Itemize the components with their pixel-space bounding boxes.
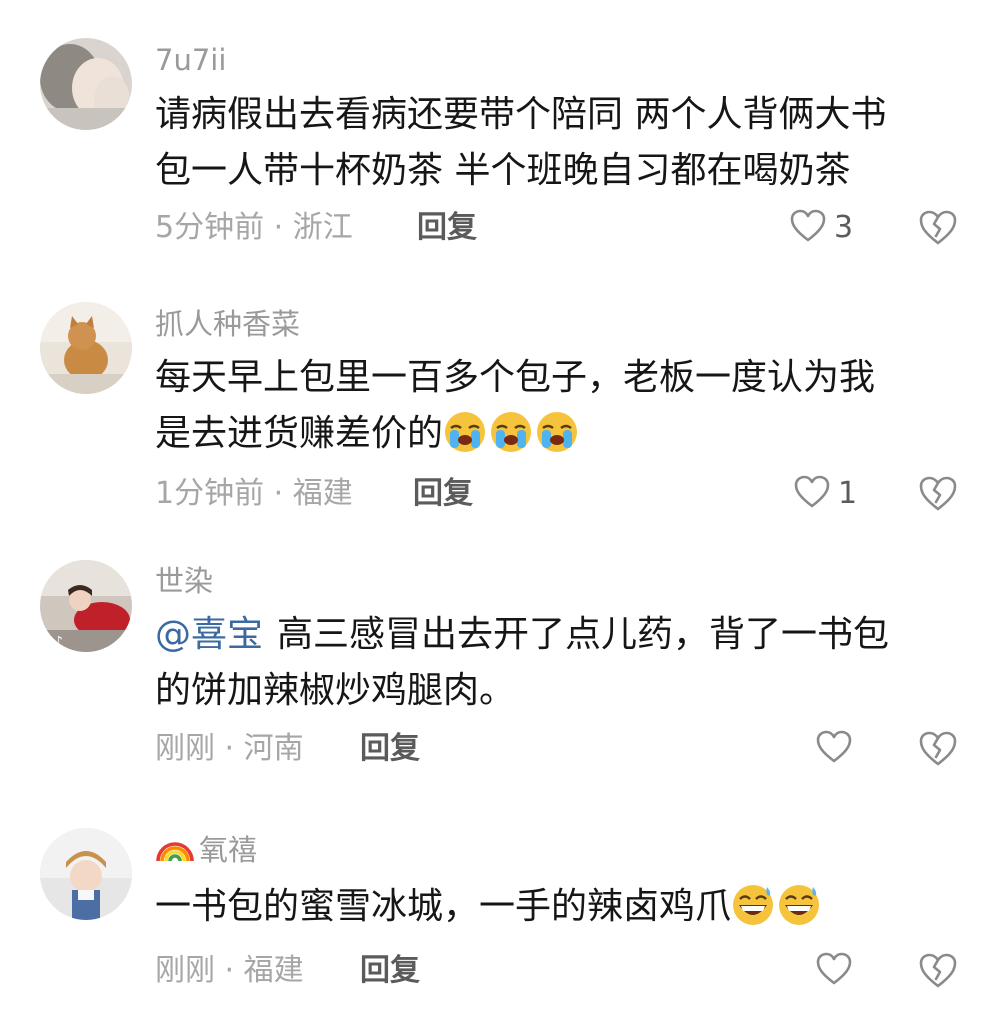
avatar[interactable] xyxy=(40,38,132,130)
username[interactable]: 氧禧 xyxy=(155,831,257,871)
comment-line-text: 是去进货赚差价的 xyxy=(155,413,444,454)
broken-heart-icon xyxy=(918,210,958,252)
comment-line: 一书包的蜜雪冰城，一手的辣卤鸡爪 xyxy=(155,879,955,935)
dislike-button[interactable] xyxy=(918,208,958,248)
comment-line: 请病假出去看病还要带个陪同 两个人背俩大书 xyxy=(155,94,887,135)
rainbow-icon xyxy=(155,831,195,871)
heart-icon xyxy=(816,952,852,990)
comment-meta: 1分钟前 · 福建 xyxy=(155,476,353,511)
svg-text:♪: ♪ xyxy=(54,634,63,650)
username-text: 氧禧 xyxy=(199,833,258,867)
username[interactable]: 世染 xyxy=(155,563,213,599)
username[interactable]: 抓人种香菜 xyxy=(155,306,300,342)
like-button[interactable]: 3 xyxy=(790,208,853,248)
like-button[interactable] xyxy=(816,729,860,769)
dislike-button[interactable] xyxy=(918,729,958,769)
broken-heart-icon xyxy=(918,476,958,518)
comment-line: 的饼加辣椒炒鸡腿肉。 xyxy=(155,670,516,711)
avatar[interactable] xyxy=(40,302,132,394)
avatar[interactable] xyxy=(40,828,132,920)
like-count: 1 xyxy=(838,476,858,511)
comment-line: 是去进货赚差价的 xyxy=(155,406,955,462)
comment-line-text: 高三感冒出去开了点儿药，背了一书包 xyxy=(277,614,890,655)
broken-heart-icon xyxy=(918,953,958,995)
grinning-sweat-face-emoji xyxy=(731,883,775,927)
comment-line: @喜宝 高三感冒出去开了点儿药，背了一书包 xyxy=(155,607,955,663)
reply-button[interactable]: 回复 xyxy=(413,474,473,514)
like-count: 3 xyxy=(834,210,854,245)
comment-text: 一书包的蜜雪冰城，一手的辣卤鸡爪 xyxy=(155,879,955,935)
like-button[interactable] xyxy=(816,951,860,991)
reply-button[interactable]: 回复 xyxy=(360,951,420,991)
comment-text: @喜宝 高三感冒出去开了点儿药，背了一书包 的饼加辣椒炒鸡腿肉。 xyxy=(155,607,955,719)
crying-face-emoji xyxy=(489,410,533,454)
comment-line: 包一人带十杯奶茶 半个班晚自习都在喝奶茶 xyxy=(155,150,851,191)
heart-icon xyxy=(816,730,852,768)
comment-line-text: 一书包的蜜雪冰城，一手的辣卤鸡爪 xyxy=(155,886,732,927)
comment-text: 请病假出去看病还要带个陪同 两个人背俩大书 包一人带十杯奶茶 半个班晚自习都在喝… xyxy=(155,87,955,199)
comment-meta: 刚刚 · 河南 xyxy=(155,731,304,766)
like-button[interactable]: 1 xyxy=(794,474,857,514)
comment-text: 每天早上包里一百多个包子，老板一度认为我 是去进货赚差价的 xyxy=(155,350,955,462)
avatar[interactable]: ♪ xyxy=(40,560,132,652)
grinning-sweat-face-emoji xyxy=(777,883,821,927)
dislike-button[interactable] xyxy=(918,951,958,991)
reply-button[interactable]: 回复 xyxy=(417,208,477,248)
crying-face-emoji xyxy=(443,410,487,454)
broken-heart-icon xyxy=(918,731,958,773)
username[interactable]: 7u7ii xyxy=(155,42,226,78)
reply-button[interactable]: 回复 xyxy=(360,729,420,769)
comment-meta: 刚刚 · 福建 xyxy=(155,953,304,988)
crying-face-emoji xyxy=(535,410,579,454)
mention-link[interactable]: @喜宝 xyxy=(155,614,263,655)
heart-icon xyxy=(794,475,830,513)
dislike-button[interactable] xyxy=(918,474,958,514)
heart-icon xyxy=(790,209,826,247)
comment-line: 每天早上包里一百多个包子，老板一度认为我 xyxy=(155,357,876,398)
comment-meta: 5分钟前 · 浙江 xyxy=(155,210,353,245)
